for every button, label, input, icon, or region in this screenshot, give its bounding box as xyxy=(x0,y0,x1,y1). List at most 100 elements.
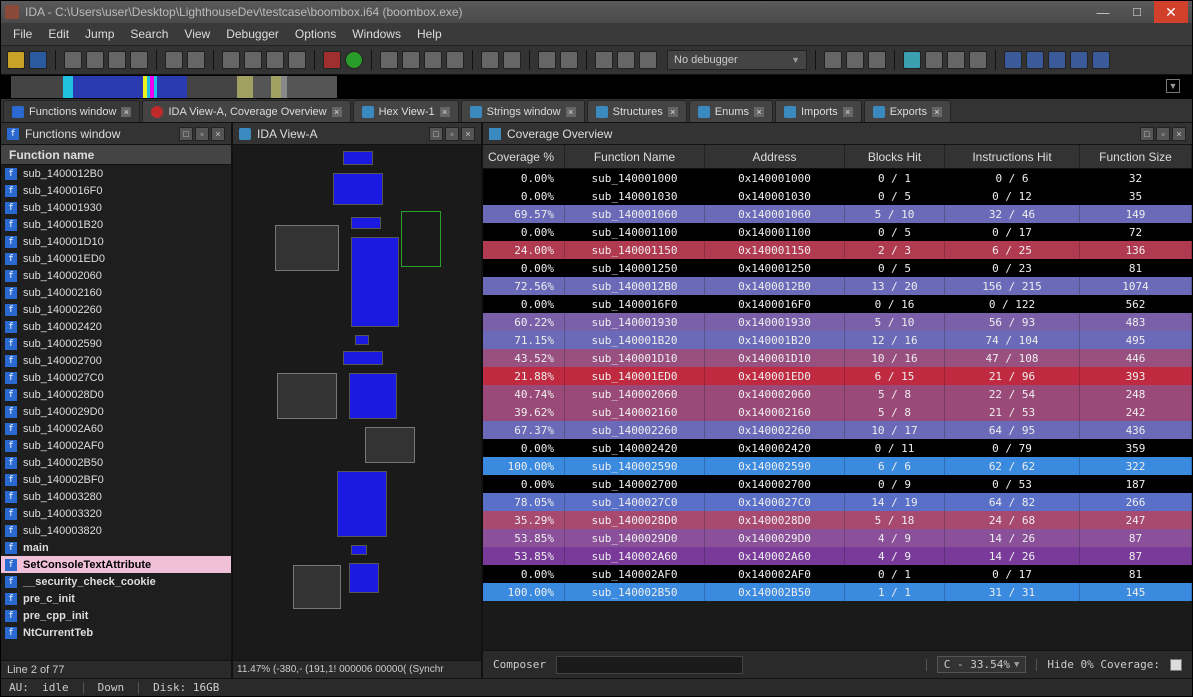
function-row[interactable]: fsub_140003280 xyxy=(1,488,231,505)
tool-icon[interactable] xyxy=(380,51,398,69)
tab-imports[interactable]: Imports xyxy=(775,100,862,122)
functions-list[interactable]: fsub_1400012B0fsub_1400016F0fsub_1400019… xyxy=(1,165,231,660)
arrow-right-icon[interactable] xyxy=(244,51,262,69)
pane-options-button[interactable]: ▫ xyxy=(445,127,459,141)
composer-input[interactable] xyxy=(556,656,743,674)
menu-file[interactable]: File xyxy=(13,27,32,41)
function-row[interactable]: fsub_1400027C0 xyxy=(1,369,231,386)
coverage-row[interactable]: 67.37%sub_1400022600x14000226010 / 1764 … xyxy=(483,421,1192,439)
tab-enums[interactable]: Enums xyxy=(689,100,773,122)
tool-icon[interactable] xyxy=(868,51,886,69)
coverage-row[interactable]: 35.29%sub_1400028D00x1400028D05 / 1824 /… xyxy=(483,511,1192,529)
function-row[interactable]: fsub_140002AF0 xyxy=(1,437,231,454)
col-function-name[interactable]: Function Name xyxy=(565,145,705,168)
coverage-row[interactable]: 60.22%sub_1400019300x1400019305 / 1056 /… xyxy=(483,313,1192,331)
tool-icon[interactable] xyxy=(925,51,943,69)
tab-close-icon[interactable] xyxy=(932,107,942,117)
function-row[interactable]: fsub_140002BF0 xyxy=(1,471,231,488)
tool-icon[interactable] xyxy=(402,51,420,69)
pane-restore-button[interactable]: □ xyxy=(429,127,443,141)
function-row[interactable]: fsub_140002420 xyxy=(1,318,231,335)
tool-icon[interactable] xyxy=(538,51,556,69)
function-row[interactable]: fsub_140002700 xyxy=(1,352,231,369)
tab-close-icon[interactable] xyxy=(668,107,678,117)
tab-structures[interactable]: Structures xyxy=(587,100,687,122)
pause-icon[interactable] xyxy=(617,51,635,69)
tool-icon[interactable] xyxy=(481,51,499,69)
tab-close-icon[interactable] xyxy=(566,107,576,117)
tool-icon[interactable] xyxy=(86,51,104,69)
open-file-icon[interactable] xyxy=(7,51,25,69)
menu-debugger[interactable]: Debugger xyxy=(226,27,279,41)
col-size[interactable]: Function Size xyxy=(1080,145,1192,168)
menu-edit[interactable]: Edit xyxy=(48,27,69,41)
menu-options[interactable]: Options xyxy=(295,27,336,41)
tab-strings-window[interactable]: Strings window xyxy=(461,100,585,122)
window-minimize-button[interactable] xyxy=(1086,1,1120,23)
function-row[interactable]: fSetConsoleTextAttribute xyxy=(1,556,231,573)
save-icon[interactable] xyxy=(29,51,47,69)
debugger-dropdown[interactable]: No debugger ▼ xyxy=(667,50,807,70)
tab-ida-view-a-coverage-overview[interactable]: IDA View-A, Coverage Overview xyxy=(142,100,350,122)
function-row[interactable]: fsub_140002590 xyxy=(1,335,231,352)
col-instructions[interactable]: Instructions Hit xyxy=(945,145,1080,168)
coverage-columns[interactable]: Coverage % Function Name Address Blocks … xyxy=(483,145,1192,169)
stop-icon[interactable] xyxy=(639,51,657,69)
pane-options-button[interactable]: ▫ xyxy=(195,127,209,141)
function-row[interactable]: fsub_1400028D0 xyxy=(1,386,231,403)
menu-jump[interactable]: Jump xyxy=(85,27,114,41)
function-row[interactable]: fsub_140001B20 xyxy=(1,216,231,233)
function-row[interactable]: fsub_140001ED0 xyxy=(1,250,231,267)
nav-band[interactable]: ▼ xyxy=(1,75,1192,99)
function-row[interactable]: fNtCurrentTeb xyxy=(1,624,231,641)
tab-functions-window[interactable]: Functions window xyxy=(3,100,140,122)
coverage-row[interactable]: 21.88%sub_140001ED00x140001ED06 / 1521 /… xyxy=(483,367,1192,385)
function-row[interactable]: fsub_140002260 xyxy=(1,301,231,318)
coverage-row[interactable]: 0.00%sub_1400010300x1400010300 / 50 / 12… xyxy=(483,187,1192,205)
coverage-row[interactable]: 0.00%sub_1400011000x1400011000 / 50 / 17… xyxy=(483,223,1192,241)
tool-icon[interactable] xyxy=(1048,51,1066,69)
coverage-row[interactable]: 53.85%sub_1400029D00x1400029D04 / 914 / … xyxy=(483,529,1192,547)
tool-icon[interactable] xyxy=(1092,51,1110,69)
tool-icon[interactable] xyxy=(187,51,205,69)
tool-icon[interactable] xyxy=(903,51,921,69)
tool-icon[interactable] xyxy=(108,51,126,69)
function-row[interactable]: fsub_140003820 xyxy=(1,522,231,539)
tab-hex-view-1[interactable]: Hex View-1 xyxy=(353,100,459,122)
pane-close-button[interactable]: × xyxy=(1172,127,1186,141)
nav-flag-dropdown[interactable]: ▼ xyxy=(1166,79,1180,93)
function-row[interactable]: fsub_1400016F0 xyxy=(1,182,231,199)
coverage-row[interactable]: 0.00%sub_1400010000x1400010000 / 10 / 63… xyxy=(483,169,1192,187)
coverage-row[interactable]: 100.00%sub_140002B500x140002B501 / 131 /… xyxy=(483,583,1192,601)
col-blocks[interactable]: Blocks Hit xyxy=(845,145,945,168)
tab-close-icon[interactable] xyxy=(843,107,853,117)
coverage-row[interactable]: 0.00%sub_1400024200x1400024200 / 110 / 7… xyxy=(483,439,1192,457)
function-row[interactable]: fmain xyxy=(1,539,231,556)
window-close-button[interactable] xyxy=(1154,1,1188,23)
coverage-row[interactable]: 53.85%sub_140002A600x140002A604 / 914 / … xyxy=(483,547,1192,565)
delete-icon[interactable] xyxy=(560,51,578,69)
function-row[interactable]: fsub_140002160 xyxy=(1,284,231,301)
col-coverage[interactable]: Coverage % xyxy=(483,145,565,168)
tool-icon[interactable] xyxy=(165,51,183,69)
coverage-row[interactable]: 0.00%sub_140002AF00x140002AF00 / 10 / 17… xyxy=(483,565,1192,583)
tool-icon[interactable] xyxy=(424,51,442,69)
coverage-table[interactable]: 0.00%sub_1400010000x1400010000 / 10 / 63… xyxy=(483,169,1192,650)
function-row[interactable]: fsub_140003320 xyxy=(1,505,231,522)
menu-help[interactable]: Help xyxy=(417,27,442,41)
tool-icon[interactable] xyxy=(824,51,842,69)
arrow-left2-icon[interactable] xyxy=(266,51,284,69)
text-a-icon[interactable] xyxy=(323,51,341,69)
tool-icon[interactable] xyxy=(64,51,82,69)
coverage-row[interactable]: 39.62%sub_1400021600x1400021605 / 821 / … xyxy=(483,403,1192,421)
functions-column-header[interactable]: Function name xyxy=(1,145,231,165)
tool-icon[interactable] xyxy=(1004,51,1022,69)
function-row[interactable]: fsub_140001930 xyxy=(1,199,231,216)
menu-windows[interactable]: Windows xyxy=(352,27,401,41)
function-row[interactable]: fpre_cpp_init xyxy=(1,607,231,624)
play-icon[interactable] xyxy=(595,51,613,69)
function-row[interactable]: fsub_140001D10 xyxy=(1,233,231,250)
tool-icon[interactable] xyxy=(1026,51,1044,69)
coverage-row[interactable]: 69.57%sub_1400010600x1400010605 / 1032 /… xyxy=(483,205,1192,223)
coverage-row[interactable]: 40.74%sub_1400020600x1400020605 / 822 / … xyxy=(483,385,1192,403)
